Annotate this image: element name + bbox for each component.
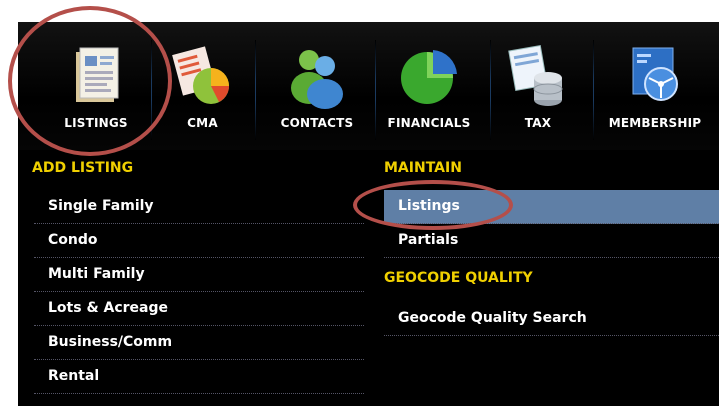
toolbar-cma[interactable]: CMA — [155, 22, 250, 150]
menu-item-business-comm[interactable]: Business/Comm — [34, 326, 364, 360]
module-toolbar: LISTINGS CMA CONTACTS FINANCIALS TAX MEM… — [18, 22, 719, 150]
membership-network-icon — [632, 47, 678, 101]
toolbar-label: LISTINGS — [64, 116, 128, 130]
toolbar-listings[interactable]: LISTINGS — [48, 22, 144, 150]
menu-item-listings[interactable]: Listings — [384, 190, 719, 224]
financials-chart-icon — [401, 50, 457, 104]
toolbar-financials[interactable]: FINANCIALS — [376, 22, 482, 150]
toolbar-label: TAX — [524, 116, 552, 130]
add-listing-heading: ADD LISTING — [32, 160, 134, 176]
toolbar-contacts[interactable]: CONTACTS — [264, 22, 370, 150]
menu-item-partials[interactable]: Partials — [384, 224, 719, 258]
toolbar-tax[interactable]: TAX — [498, 22, 578, 150]
people-icon — [291, 50, 343, 109]
toolbar-membership[interactable]: MEMBERSHIP — [596, 22, 714, 150]
geocode-quality-heading: GEOCODE QUALITY — [384, 270, 533, 286]
toolbar-separator — [490, 40, 491, 140]
menu-item-rental[interactable]: Rental — [34, 360, 364, 394]
maintain-heading: MAINTAIN — [384, 160, 462, 176]
toolbar-separator — [593, 40, 594, 140]
toolbar-label: FINANCIALS — [387, 116, 471, 130]
toolbar-separator — [255, 40, 256, 140]
document-icon — [76, 47, 119, 102]
toolbar-label: CMA — [187, 116, 218, 130]
menu-item-multi-family[interactable]: Multi Family — [34, 258, 364, 292]
toolbar-label: CONTACTS — [280, 116, 354, 130]
menu-item-lots-acreage[interactable]: Lots & Acreage — [34, 292, 364, 326]
toolbar-separator — [151, 40, 152, 140]
database-icon — [508, 44, 563, 106]
app-frame: LISTINGS CMA CONTACTS FINANCIALS TAX MEM… — [18, 22, 719, 406]
toolbar-label: MEMBERSHIP — [608, 116, 702, 130]
menu-item-geocode-quality-search[interactable]: Geocode Quality Search — [384, 302, 719, 336]
menu-item-single-family[interactable]: Single Family — [34, 190, 364, 224]
pie-chart-icon — [171, 46, 229, 104]
menu-item-condo[interactable]: Condo — [34, 224, 364, 258]
